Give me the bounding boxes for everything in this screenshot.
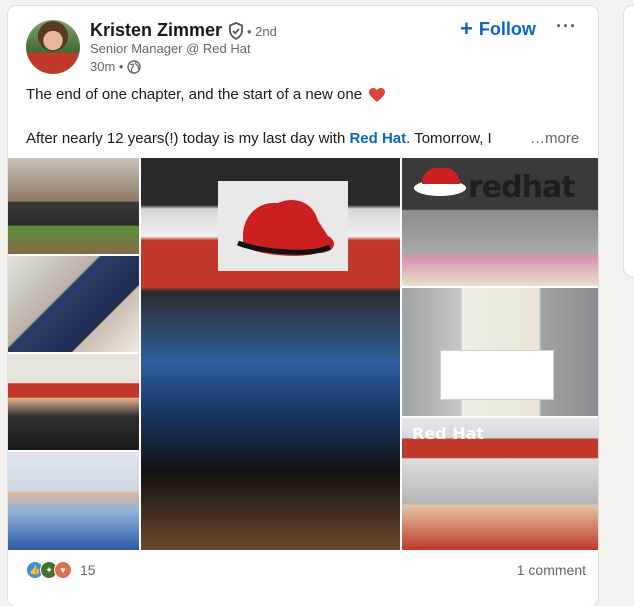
feed-post: Kristen Zimmer • 2nd Senior Manager @ Re… [8,6,598,606]
post-text-line2-suffix: . Tomorrow, I [406,130,492,147]
see-more-button[interactable]: …more [530,130,579,147]
plus-icon: + [460,16,473,41]
love-reaction-icon: ♥ [54,561,72,579]
author-name[interactable]: Kristen Zimmer [90,20,222,41]
verified-shield-icon [229,22,243,40]
social-counts-bar: 👍 ✦ ♥ 15 1 comment [26,560,586,580]
follow-label: Follow [478,18,536,39]
photo-red-hats-group[interactable] [8,354,139,450]
red-hat-building-sign: Red Hat [412,424,485,443]
reactions-summary[interactable]: 👍 ✦ ♥ 15 [26,561,96,579]
photo-two-colleagues[interactable] [8,452,139,550]
red-hat-link[interactable]: Red Hat [349,130,406,147]
red-hat-wordmark: redhat [468,170,576,205]
globe-icon [127,59,142,74]
red-heart-emoji-icon [369,87,386,102]
reaction-icons: 👍 ✦ ♥ [26,561,72,579]
comments-count[interactable]: 1 comment [517,562,586,578]
post-meta: 30m • [90,59,142,74]
follow-button[interactable]: + Follow [460,16,536,42]
right-sidebar-card [624,6,634,276]
post-text-line2-prefix: After nearly 12 years(!) today is my las… [26,130,350,147]
photo-booth-event[interactable] [8,256,139,352]
post-text-line1-content: The end of one chapter, and the start of… [26,86,363,103]
more-options-icon[interactable]: ··· [556,16,577,37]
instagram-frame-card [440,350,554,400]
post-time: 30m • [90,59,124,74]
author-headline: Senior Manager @ Red Hat [90,41,251,56]
photo-team-celebration[interactable] [8,158,139,254]
red-hat-pixel-logo-icon [218,181,348,271]
avatar[interactable] [26,20,80,74]
red-hat-logo-icon [414,167,466,196]
post-text-line2: After nearly 12 years(!) today is my las… [26,130,492,147]
post-text-line1: The end of one chapter, and the start of… [26,86,386,103]
connection-degree: • 2nd [247,24,277,39]
reaction-count: 15 [80,562,96,578]
